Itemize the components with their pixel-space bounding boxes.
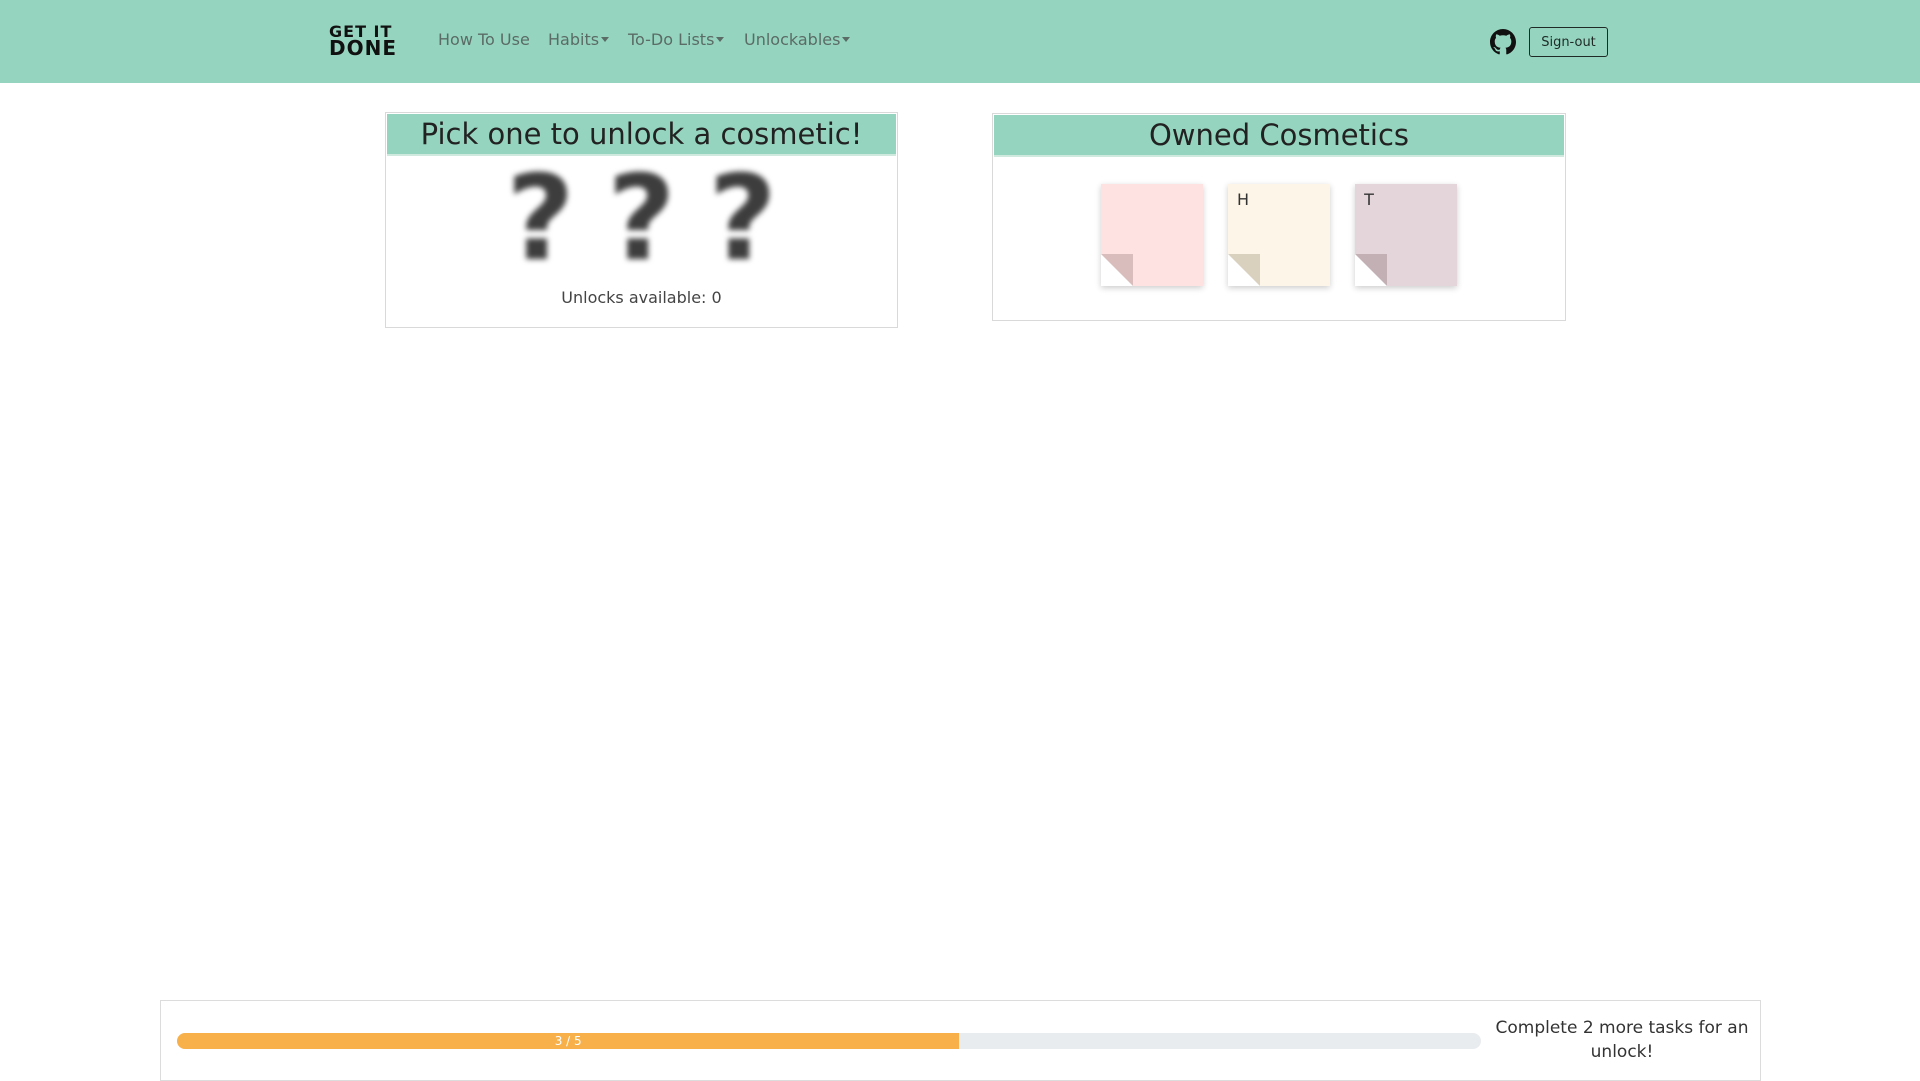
owned-cosmetics-card: Owned Cosmetics H T xyxy=(992,113,1566,321)
sign-out-button[interactable]: Sign-out xyxy=(1529,27,1608,57)
nav-todo-lists-label: To-Do Lists xyxy=(628,30,715,49)
sticky-note-cosmetic[interactable]: T xyxy=(1355,184,1458,286)
chevron-down-icon xyxy=(716,37,725,42)
progress-label: 3 / 5 xyxy=(554,1034,582,1048)
github-icon[interactable] xyxy=(1490,29,1516,55)
nav-habits-label: Habits xyxy=(548,30,600,49)
unlock-progress-footer: 3 / 5 Complete 2 more tasks for an unloc… xyxy=(160,1000,1761,1081)
note-letter: H xyxy=(1237,190,1250,209)
mystery-choices: ? ? ? xyxy=(386,159,897,277)
mystery-choice-2[interactable]: ? xyxy=(594,159,690,277)
sticky-note-cosmetic[interactable] xyxy=(1100,184,1203,286)
pick-cosmetic-card: Pick one to unlock a cosmetic! ? ? ? Unl… xyxy=(385,112,898,328)
cosmetic-notes: H T xyxy=(993,184,1565,290)
nav-unlockables-label: Unlockables xyxy=(744,30,841,49)
note-fold xyxy=(1100,254,1133,286)
owned-card-title: Owned Cosmetics xyxy=(994,115,1564,157)
mystery-choice-3[interactable]: ? xyxy=(695,159,791,277)
nav-habits-dropdown[interactable]: Habits xyxy=(548,30,610,49)
note-fold xyxy=(1355,254,1388,286)
navbar: GET IT DONE How To Use Habits To-Do List… xyxy=(0,0,1920,83)
nav-unlockables-dropdown[interactable]: Unlockables xyxy=(744,30,851,49)
unlocks-available: Unlocks available: 0 xyxy=(561,288,722,307)
nav-how-to-use[interactable]: How To Use xyxy=(438,30,530,49)
chevron-down-icon xyxy=(601,37,610,42)
note-letter: T xyxy=(1364,190,1374,209)
mystery-choice-1[interactable]: ? xyxy=(492,159,588,277)
brand-line-2: DONE xyxy=(329,36,398,60)
unlock-message: Complete 2 more tasks for an unlock! xyxy=(1495,1018,1749,1062)
nav-todo-lists-dropdown[interactable]: To-Do Lists xyxy=(628,30,725,49)
brand-logo[interactable]: GET IT DONE xyxy=(329,24,398,60)
nav-how-to-use-label: How To Use xyxy=(438,30,530,49)
note-fold xyxy=(1228,254,1260,286)
sticky-note-cosmetic[interactable]: H xyxy=(1228,184,1330,286)
chevron-down-icon xyxy=(842,37,851,42)
task-progress-bar: 3 / 5 xyxy=(177,1033,1481,1049)
